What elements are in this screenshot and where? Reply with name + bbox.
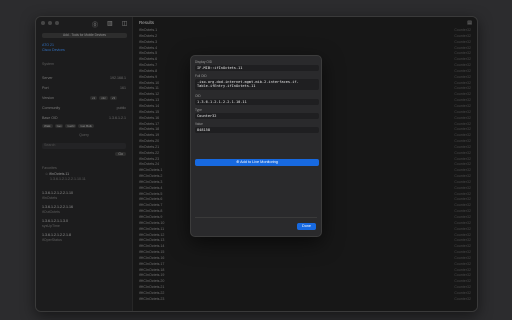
add-to-monitoring-label: Add to Live Monitoring <box>240 160 278 164</box>
value-field[interactable]: 848158 <box>195 127 319 134</box>
oid-field[interactable]: 1.3.6.1.2.1.2.2.1.10.11 <box>195 99 319 106</box>
oid-label: OID <box>195 94 201 98</box>
display-oid-label: Display OID <box>195 60 213 64</box>
type-label: Type <box>195 108 202 112</box>
full-oid-label: Full OID <box>195 74 207 78</box>
type-field[interactable]: Counter32 <box>195 113 319 120</box>
full-oid-field[interactable]: .iso.org.dod.internet.mgmt.mib-2.interfa… <box>195 79 319 90</box>
oid-detail-dialog: Display OID IF-MIB::ifInOctets.11 Full O… <box>190 55 322 237</box>
display-oid-field[interactable]: IF-MIB::ifInOctets.11 <box>195 65 319 72</box>
done-button[interactable]: Done <box>297 223 316 230</box>
divider <box>195 217 317 218</box>
value-label: Value <box>195 122 203 126</box>
add-to-monitoring-button[interactable]: ⊕ Add to Live Monitoring <box>195 159 319 166</box>
